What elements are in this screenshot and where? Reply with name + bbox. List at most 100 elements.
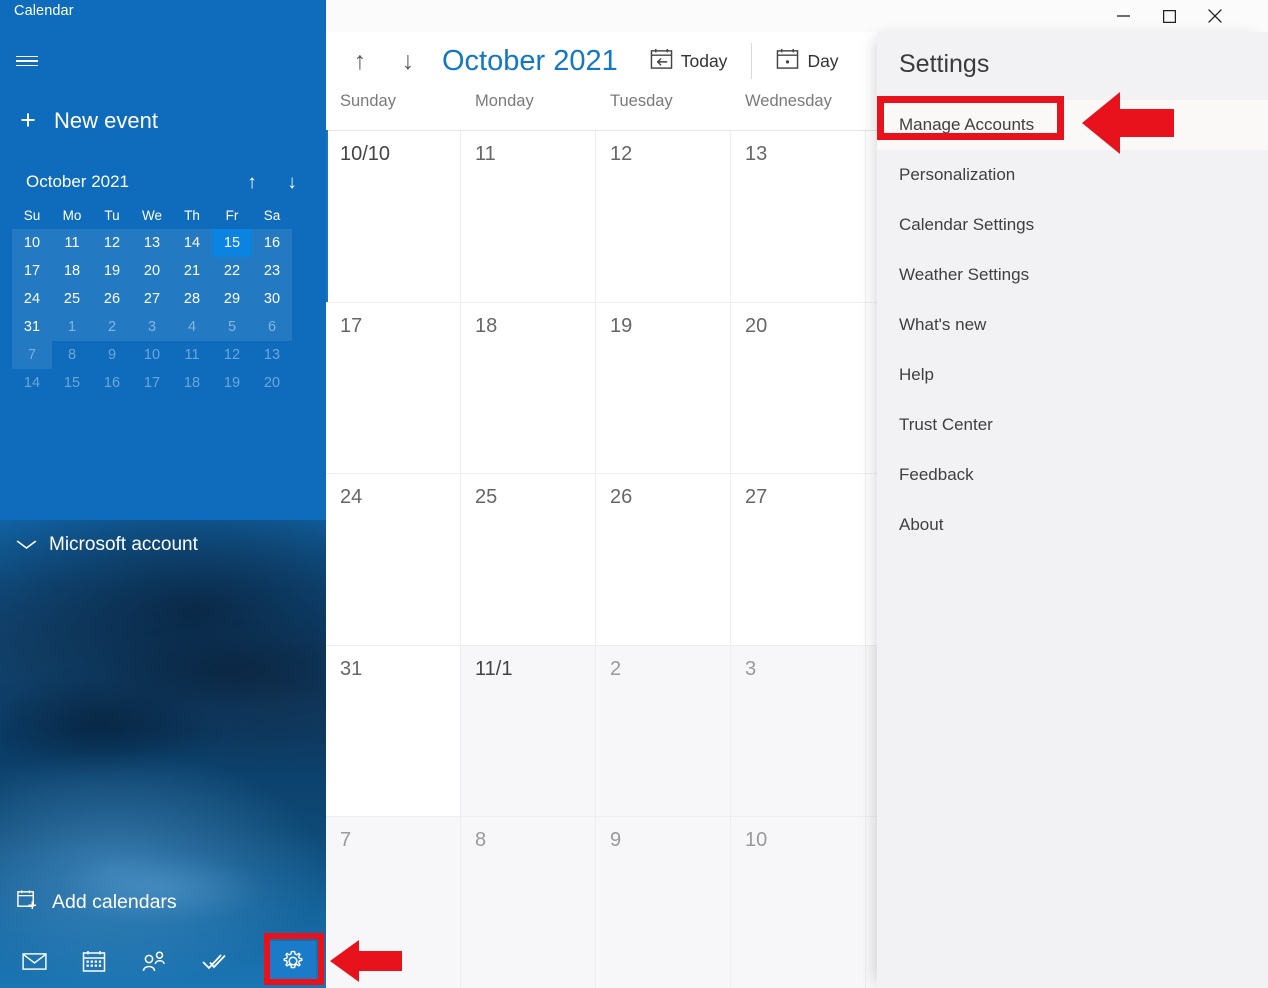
mini-calendar-day[interactable]: 31 [12, 313, 52, 341]
mini-calendar-day[interactable]: 5 [212, 313, 252, 341]
mini-calendar-day[interactable]: 17 [132, 369, 172, 397]
calendar-day-cell[interactable]: 10/10 [326, 131, 461, 303]
mini-calendar-day[interactable]: 18 [172, 369, 212, 397]
mini-calendar-day[interactable]: 24 [12, 285, 52, 313]
calendar-day-cell[interactable]: 24 [326, 474, 461, 646]
mini-calendar-day[interactable]: 10 [132, 341, 172, 369]
settings-panel-title: Settings [899, 50, 990, 78]
arrow-pointing-to-manage-accounts [1082, 90, 1174, 161]
mini-calendar-day[interactable]: 11 [52, 229, 92, 257]
calendar-back-icon [650, 48, 673, 75]
calendar-day-cell[interactable]: 19 [596, 302, 731, 474]
calendar-weekday-wednesday: Wednesday [745, 92, 832, 110]
mini-calendar-day[interactable]: 15 [52, 369, 92, 397]
mini-weekday-sa: Sa [263, 208, 281, 223]
mini-calendar-day[interactable]: 4 [172, 313, 212, 341]
mini-calendar-day[interactable]: 15 [212, 229, 252, 257]
new-event-button[interactable]: + New event [10, 103, 166, 138]
calendar-day-cell[interactable]: 17 [326, 302, 461, 474]
calendar-day-cell[interactable]: 9 [596, 817, 731, 988]
mini-calendar-day[interactable]: 17 [12, 257, 52, 285]
mini-calendar-day[interactable]: 12 [92, 229, 132, 257]
calendar-day-cell[interactable]: 11/1 [461, 645, 596, 817]
calendar-day-cell[interactable]: 13 [731, 131, 866, 303]
calendar-day-cell[interactable]: 20 [731, 302, 866, 474]
mini-calendar-day[interactable]: 16 [252, 229, 292, 257]
sidebar: Calendar + New event October 2021 ↑ ↓ Su… [0, 0, 326, 988]
mini-calendar-day[interactable]: 11 [172, 341, 212, 369]
mini-calendar-day[interactable]: 23 [252, 257, 292, 285]
calendar-day-cell[interactable]: 27 [731, 474, 866, 646]
mini-calendar-day[interactable]: 7 [12, 341, 52, 369]
mini-calendar-day[interactable]: 3 [132, 313, 172, 341]
mini-calendar-day[interactable]: 28 [172, 285, 212, 313]
mini-calendar-day[interactable]: 1 [52, 313, 92, 341]
mini-calendar-prev-icon[interactable]: ↑ [232, 173, 272, 192]
mini-calendar-day[interactable]: 2 [92, 313, 132, 341]
calendar-day-cell[interactable]: 11 [461, 131, 596, 303]
mini-calendar-day[interactable]: 25 [52, 285, 92, 313]
mini-calendar-day[interactable]: 14 [12, 369, 52, 397]
close-button[interactable] [1192, 0, 1238, 32]
settings-item-trust-center[interactable]: Trust Center [877, 400, 1268, 450]
calendar-day-cell[interactable]: 18 [461, 302, 596, 474]
mini-calendar-day[interactable]: 18 [52, 257, 92, 285]
calendar-day-cell[interactable]: 8 [461, 817, 596, 988]
mini-calendar-next-icon[interactable]: ↓ [272, 173, 312, 192]
calendar-day-cell[interactable]: 31 [326, 645, 461, 817]
maximize-button[interactable] [1146, 0, 1192, 32]
mini-calendar-day[interactable]: 13 [132, 229, 172, 257]
mini-calendar-day[interactable]: 20 [132, 257, 172, 285]
minimize-button[interactable] [1100, 0, 1146, 32]
mini-calendar-day[interactable]: 29 [212, 285, 252, 313]
mini-calendar-day[interactable]: 6 [252, 313, 292, 341]
next-month-icon[interactable]: ↓ [384, 48, 432, 74]
people-icon[interactable] [126, 942, 182, 982]
calendar-day-cell[interactable]: 12 [596, 131, 731, 303]
settings-menu-list: Manage Accounts Personalization Calendar S… [877, 100, 1268, 550]
settings-item-personalization[interactable]: Personalization [877, 150, 1268, 200]
calendar-day-cell[interactable]: 10 [731, 817, 866, 988]
settings-item-manage-accounts[interactable]: Manage Accounts [877, 100, 1268, 150]
mini-calendar-day[interactable]: 12 [212, 341, 252, 369]
mini-calendar-day[interactable]: 13 [252, 341, 292, 369]
mini-calendar-weekday-row: Su Mo Tu We Th Fr Sa [12, 203, 312, 229]
mini-calendar-day[interactable]: 9 [92, 341, 132, 369]
mini-calendar-day[interactable]: 16 [92, 369, 132, 397]
calendar-day-cell[interactable]: 3 [731, 645, 866, 817]
calendar-day-cell[interactable]: 25 [461, 474, 596, 646]
mini-calendar-day[interactable]: 8 [52, 341, 92, 369]
mini-calendar-day[interactable]: 14 [172, 229, 212, 257]
hamburger-menu-icon[interactable] [12, 46, 42, 76]
mini-calendar-day[interactable]: 30 [252, 285, 292, 313]
mini-calendar-day[interactable]: 26 [92, 285, 132, 313]
settings-item-what-s-new[interactable]: What's new [877, 300, 1268, 350]
previous-month-icon[interactable]: ↑ [336, 48, 384, 74]
today-button[interactable]: Today [650, 48, 728, 75]
settings-item-calendar-settings[interactable]: Calendar Settings [877, 200, 1268, 250]
microsoft-account-group[interactable]: Microsoft account [10, 530, 206, 560]
mini-calendar-day[interactable]: 19 [92, 257, 132, 285]
mini-calendar-day[interactable]: 22 [212, 257, 252, 285]
add-calendars-button[interactable]: Add calendars [10, 884, 183, 920]
settings-item-about[interactable]: About [877, 500, 1268, 550]
calendar-day-cell[interactable]: 26 [596, 474, 731, 646]
mini-calendar-day[interactable]: 10 [12, 229, 52, 257]
view-switch-button[interactable]: Day [776, 48, 839, 75]
settings-item-feedback[interactable]: Feedback [877, 450, 1268, 500]
settings-item-help[interactable]: Help [877, 350, 1268, 400]
chevron-down-icon [16, 538, 37, 553]
view-switch-label: Day [807, 50, 839, 71]
mini-calendar-day[interactable]: 21 [172, 257, 212, 285]
settings-gear-icon[interactable] [270, 941, 316, 981]
mini-calendar-day[interactable]: 27 [132, 285, 172, 313]
todo-icon[interactable] [186, 942, 242, 982]
settings-item-weather-settings[interactable]: Weather Settings [877, 250, 1268, 300]
calendar-day-number: 2 [610, 657, 622, 680]
mini-calendar-day[interactable]: 19 [212, 369, 252, 397]
calendar-day-cell[interactable]: 2 [596, 645, 731, 817]
calendar-icon[interactable] [66, 942, 122, 982]
mini-calendar-day[interactable]: 20 [252, 369, 292, 397]
today-label: Today [680, 50, 728, 71]
mail-icon[interactable] [6, 942, 62, 982]
